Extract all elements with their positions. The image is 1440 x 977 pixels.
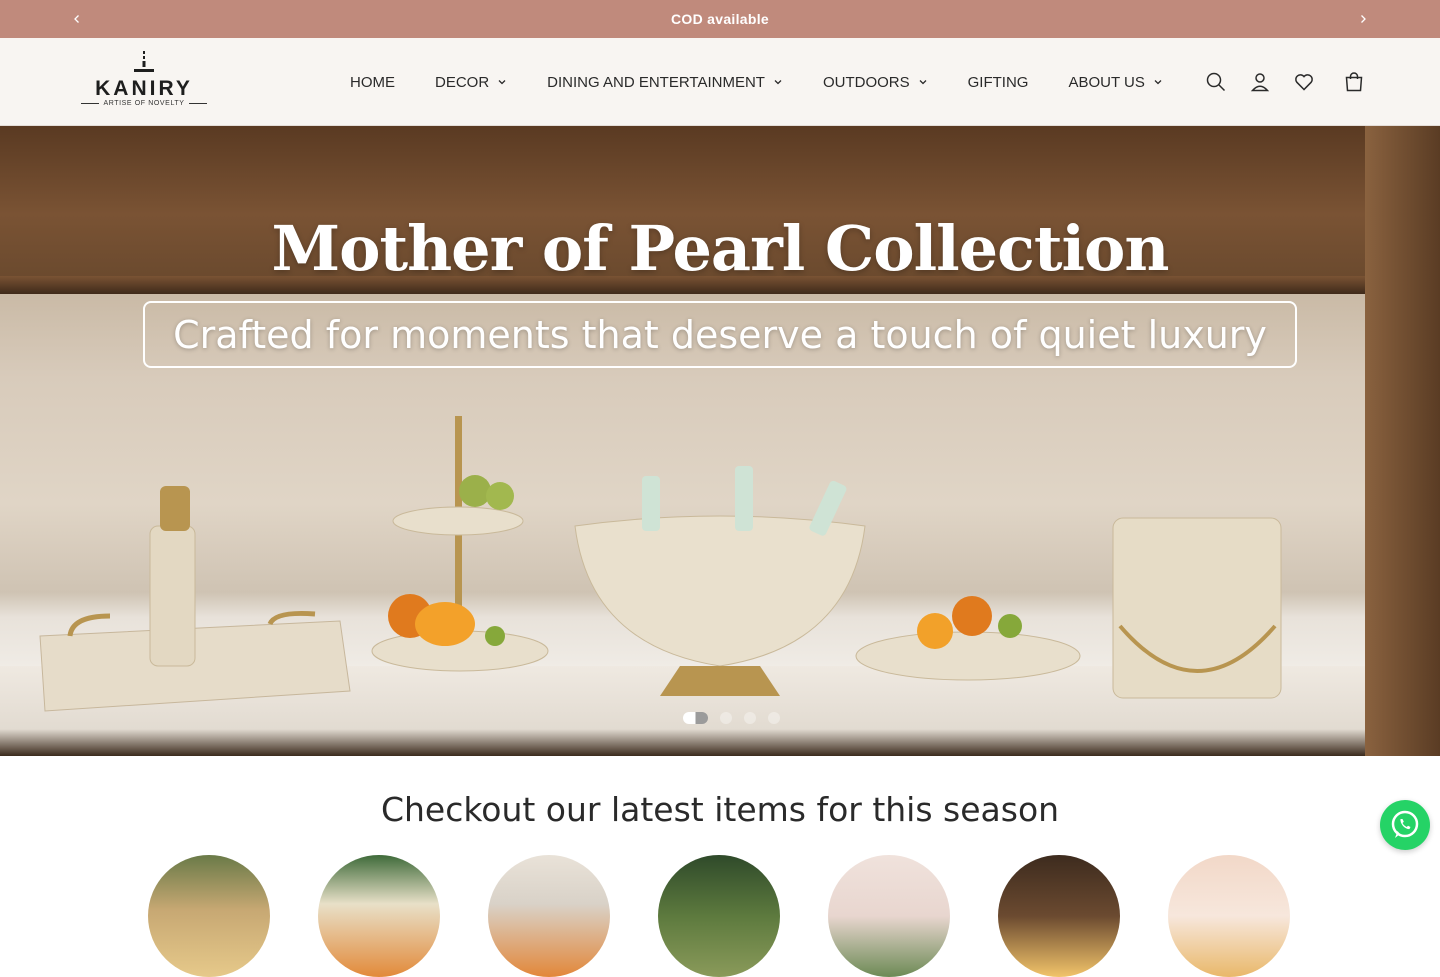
slide-dot-2[interactable] bbox=[720, 712, 732, 724]
collection-circle[interactable] bbox=[148, 855, 270, 977]
chevron-down-icon bbox=[774, 80, 782, 85]
announcement-bar: COD available bbox=[0, 0, 1440, 38]
nav-item-dining-and-entertainment[interactable]: DINING AND ENTERTAINMENT bbox=[547, 74, 783, 91]
account-icon bbox=[1250, 73, 1270, 92]
hero-title: Mother of Pearl Collection bbox=[271, 212, 1169, 285]
chevron-left-icon bbox=[74, 15, 79, 23]
chevron-down-icon bbox=[1154, 80, 1162, 85]
brand-name: KANIRY bbox=[95, 77, 193, 100]
collection-circle[interactable] bbox=[318, 855, 440, 977]
slide-dot-1[interactable] bbox=[683, 712, 708, 724]
collection-circle[interactable] bbox=[828, 855, 950, 977]
wishlist-button[interactable] bbox=[1288, 66, 1320, 98]
collection-circle[interactable] bbox=[1168, 855, 1290, 977]
search-button[interactable] bbox=[1200, 66, 1232, 98]
nav-item-gifting[interactable]: GIFTING bbox=[968, 74, 1029, 91]
site-header: KANIRY ARTISE OF NOVELTY HOME DECOR DINI… bbox=[0, 38, 1440, 126]
nav-item-label: DECOR bbox=[435, 73, 490, 91]
nav-item-about-us[interactable]: ABOUT US bbox=[1068, 74, 1162, 91]
wishlist-heart-icon bbox=[1295, 74, 1313, 91]
search-icon bbox=[1206, 72, 1226, 92]
brand-logo[interactable]: KANIRY ARTISE OF NOVELTY bbox=[80, 50, 208, 116]
nav-item-label: GIFTING bbox=[967, 73, 1029, 91]
cart-icon bbox=[1345, 72, 1363, 92]
hero-subtitle: Crafted for moments that deserve a touch… bbox=[143, 301, 1297, 368]
cart-button[interactable] bbox=[1338, 66, 1370, 98]
nav-item-home[interactable]: HOME bbox=[350, 74, 395, 91]
header-icons bbox=[1200, 38, 1382, 126]
announcement-next-button[interactable] bbox=[1348, 0, 1378, 38]
chevron-right-icon bbox=[1361, 15, 1366, 23]
slide-dot-3[interactable] bbox=[744, 712, 756, 724]
chevron-down-icon bbox=[919, 80, 927, 85]
announcement-text: COD available bbox=[670, 11, 770, 27]
season-title: Checkout our latest items for this seaso… bbox=[380, 790, 1060, 829]
collection-circle[interactable] bbox=[998, 855, 1120, 977]
account-button[interactable] bbox=[1244, 66, 1276, 98]
collection-circle[interactable] bbox=[488, 855, 610, 977]
nav-item-label: DINING AND ENTERTAINMENT bbox=[547, 73, 765, 91]
collection-circle[interactable] bbox=[658, 855, 780, 977]
nav-item-outdoors[interactable]: OUTDOORS bbox=[823, 74, 928, 91]
brand-tagline-row: ARTISE OF NOVELTY bbox=[81, 100, 207, 107]
announcement-prev-button[interactable] bbox=[62, 0, 92, 38]
nav-item-label: ABOUT US bbox=[1068, 73, 1145, 91]
season-collection-list bbox=[148, 855, 1290, 977]
whatsapp-icon bbox=[1391, 810, 1419, 838]
nav-item-label: HOME bbox=[350, 73, 395, 91]
whatsapp-chat-button[interactable] bbox=[1380, 800, 1430, 850]
logo-mark-icon bbox=[134, 51, 154, 72]
slide-dot-4[interactable] bbox=[768, 712, 780, 724]
nav-item-decor[interactable]: DECOR bbox=[435, 74, 507, 91]
main-nav: HOME DECOR DINING AND ENTERTAINMENT OUTD… bbox=[350, 38, 1203, 126]
hero-slide-dots bbox=[683, 712, 780, 724]
chevron-down-icon bbox=[498, 80, 506, 85]
hero-banner[interactable]: Mother of Pearl Collection Crafted for m… bbox=[0, 126, 1440, 756]
brand-tagline: ARTISE OF NOVELTY bbox=[103, 100, 185, 107]
nav-item-label: OUTDOORS bbox=[822, 73, 910, 91]
